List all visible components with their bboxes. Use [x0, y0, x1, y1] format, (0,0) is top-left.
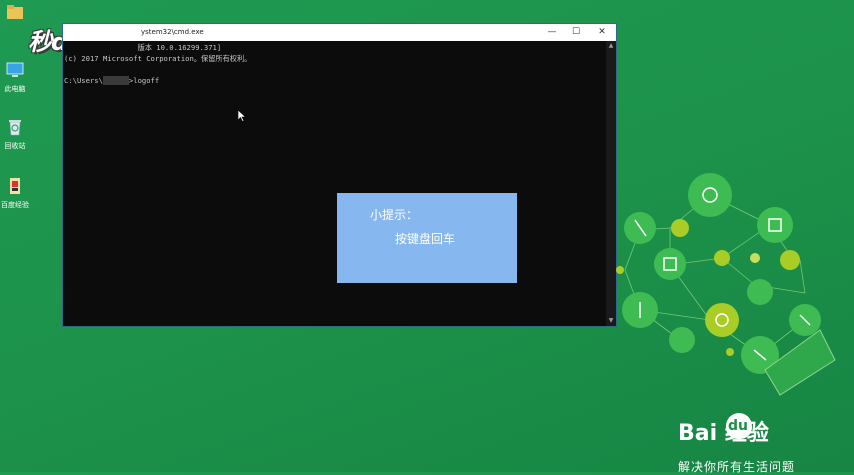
desktop-icon-recycle-bin[interactable]: 回收站	[0, 117, 30, 151]
desktop-icon-label: 此电脑	[4, 85, 26, 93]
baidu-du-text: du	[728, 418, 748, 434]
computer-icon	[6, 62, 24, 77]
baidu-slogan: 解决你所有生活问题	[678, 460, 796, 474]
maximize-button[interactable]: ☐	[562, 24, 590, 41]
desktop-icon-label: 百度经验	[1, 201, 29, 209]
scroll-up-icon[interactable]: ▲	[606, 41, 616, 51]
tip-body: 按键盘回车	[395, 232, 456, 246]
recycle-bin-icon	[9, 120, 21, 136]
decorative-lightbulb-illustration	[616, 173, 836, 396]
desktop-icon-label: 回收站	[4, 142, 26, 150]
baidu-jingyan-logo: Bai 经验 du	[678, 413, 769, 447]
console-line-copyright: (c) 2017 Microsoft Corporation。保留所有权利。	[64, 54, 252, 63]
console-output[interactable]: 版本 10.0.16299.371] (c) 2017 Microsoft Cor…	[63, 41, 606, 326]
close-button[interactable]: ✕	[588, 24, 616, 41]
prompt-user-redacted	[102, 76, 129, 85]
desktop-icon-folder[interactable]	[0, 2, 30, 27]
desktop-icon-this-pc[interactable]: 此电脑	[0, 60, 30, 94]
tip-box: 小提示： 按键盘回车	[337, 193, 517, 283]
baidu-logo-text: Bai 经验	[678, 421, 769, 446]
prompt-command: >logoff	[128, 76, 160, 85]
folder-icon	[7, 5, 23, 19]
window-title: ystem32\cmd.exe	[141, 28, 204, 36]
console-line-version: 版本 10.0.16299.371]	[64, 43, 222, 52]
app-icon	[10, 178, 20, 194]
mouse-cursor-icon	[238, 110, 246, 122]
window-titlebar[interactable]: ystem32\cmd.exe — ☐ ✕	[63, 24, 616, 41]
tip-title: 小提示：	[370, 208, 419, 222]
desktop-icon-baidu-jingyan[interactable]: 百度经验	[0, 176, 30, 210]
console-prompt-line: C:\Users\ >logoff	[64, 75, 605, 86]
prompt-path: C:\Users\	[64, 76, 103, 85]
